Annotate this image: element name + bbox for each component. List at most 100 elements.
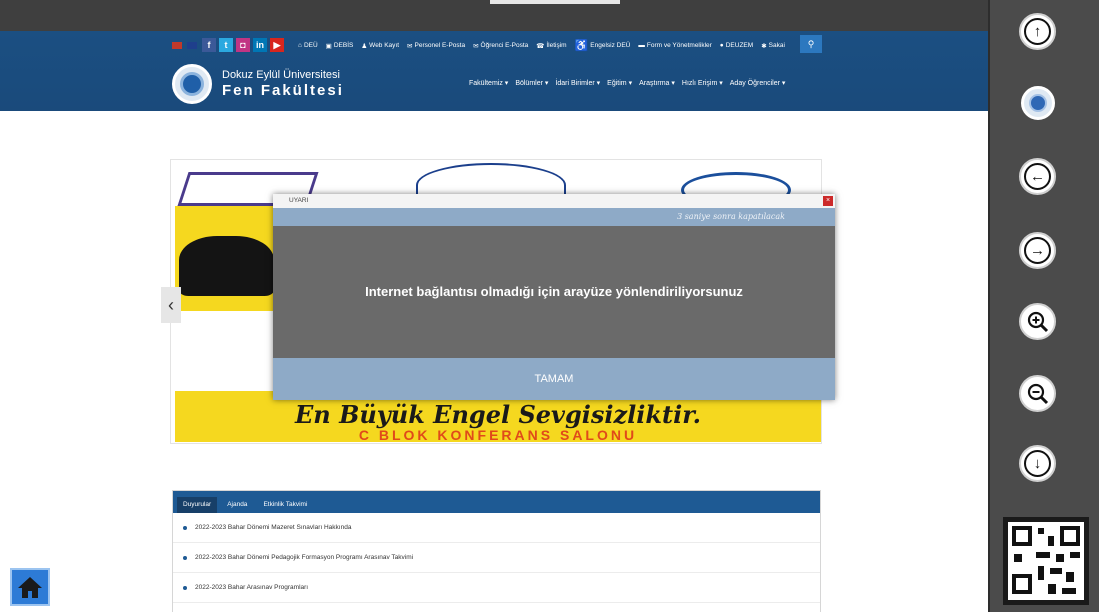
utility-link-label: DEÜ [303,42,318,49]
mail-icon: ✉ [407,42,413,50]
dialog-countdown: 3 saniye sonra kapatılacak [273,208,835,226]
utility-link-deu[interactable]: ⌂ DEÜ [298,39,318,52]
back-button[interactable]: ← [1019,158,1056,195]
english-flag-icon[interactable] [187,41,197,49]
tab-duyurular[interactable]: Duyurular [177,497,218,513]
logo-text: Dokuz Eylül Üniversitesi Fen Fakültesi [222,69,344,100]
faculty-logo-icon [172,64,212,104]
linkedin-icon[interactable]: in [253,38,267,52]
zoom-in-button[interactable] [1019,303,1056,340]
utility-link-sakai[interactable]: ✱ Sakai [761,39,785,52]
list-item[interactable]: 2022-2023 Bahar Dönemi Mazeret Sınavları… [173,513,820,543]
news-title: 2022-2023 Bahar Arasınav Programları [195,584,309,591]
nav-label: Araştırma [639,80,670,87]
family-silhouette [179,236,274,296]
utility-link-label: İletişim [546,42,567,49]
turkish-flag-icon[interactable] [172,41,182,49]
nav-item-aday-ogrenciler[interactable]: Aday Öğrenciler ▾ [730,79,786,87]
warning-dialog: UYARI × 3 saniye sonra kapatılacak Inter… [273,194,835,400]
browser-viewport: f t ◘ in ▶ ⌂ DEÜ ▣ DEBİS ♟ Web Kayıt ✉ Perso… [0,0,988,612]
faculty-logo-icon [1029,94,1047,112]
qr-module [1048,536,1054,546]
main-navigation: Fakültemiz ▾ Bölümler ▾ İdari Birimler ▾… [469,79,785,87]
qr-module [1056,554,1064,562]
scroll-down-button[interactable]: ↓ [1019,445,1056,482]
utility-link-web-kayit[interactable]: ♟ Web Kayıt [361,39,399,52]
utility-link-engelsiz[interactable]: ♿ Engelsiz DEÜ [575,39,631,52]
chevron-left-icon: ‹ [168,295,174,315]
nav-item-arastirma[interactable]: Araştırma ▾ [639,79,675,87]
bullet-icon [183,525,187,530]
site-header: f t ◘ in ▶ ⌂ DEÜ ▣ DEBİS ♟ Web Kayıt ✉ Perso… [0,31,988,111]
nav-item-hizli-erisim[interactable]: Hızlı Erişim ▾ [682,79,723,87]
globe-icon: ● [719,42,724,49]
list-item[interactable]: 2022-2023 Bahar Arasınav Programları [173,573,820,603]
utility-link-personel-eposta[interactable]: ✉ Personel E-Posta [407,39,465,52]
slide-caption: C BLOK KONFERANS SALONU [358,427,638,443]
utility-link-form[interactable]: ▬ Form ve Yönetmelikler [638,39,711,52]
top-notch [490,0,620,4]
list-item[interactable]: 2022-2023 Bahar Dönemi Pedagojik Formasy… [173,543,820,573]
qr-finder [1012,526,1032,546]
qr-module [1050,568,1062,574]
qr-module [1070,552,1080,558]
nav-label: Bölümler [515,80,543,87]
phone-icon: ☎ [536,42,545,50]
utility-link-deuzem[interactable]: ● DEUZEM [720,39,753,52]
nav-label: Fakültemiz [469,80,503,87]
qr-module [1066,572,1074,582]
kiosk-screen: f t ◘ in ▶ ⌂ DEÜ ▣ DEBİS ♟ Web Kayıt ✉ Perso… [0,0,1099,612]
logo-inner [180,72,204,96]
qr-finder [1012,574,1032,594]
ok-button[interactable]: TAMAM [273,358,835,400]
instagram-icon[interactable]: ◘ [236,38,250,52]
utility-link-ogrenci-eposta[interactable]: ✉ Öğrenci E-Posta [473,39,528,52]
dialog-title: UYARI [273,194,835,208]
kiosk-top-bar [0,0,988,31]
zoom-out-button[interactable] [1019,375,1056,412]
back-icon: ← [1024,163,1051,190]
nav-item-fakultemiz[interactable]: Fakültemiz ▾ [469,79,508,87]
home-icon [18,577,42,598]
nav-label: Eğitim [607,80,627,87]
youtube-icon[interactable]: ▶ [270,38,284,52]
utility-link-label: DEBİS [333,42,354,49]
accessibility-icon: ♿ [574,40,589,52]
zoom-in-icon [1027,311,1048,332]
lock-icon: ▣ [325,42,332,50]
qr-module [1036,552,1050,558]
utility-link-debis[interactable]: ▣ DEBİS [326,39,354,52]
tab-bar: Duyurular Ajanda Etkinlik Takvimi [173,491,820,513]
nav-label: Hızlı Erişim [681,80,718,87]
qr-module [1014,554,1022,562]
site-logo[interactable]: Dokuz Eylül Üniversitesi Fen Fakültesi [172,64,344,104]
nav-item-bolumler[interactable]: Bölümler ▾ [515,79,548,87]
social-links: f t ◘ in ▶ [172,35,284,55]
nav-item-idari-birimler[interactable]: İdari Birimler ▾ [555,79,600,87]
qr-code [1003,517,1089,605]
close-button[interactable]: × [823,196,833,206]
bullet-icon [183,585,187,590]
facebook-icon[interactable]: f [202,38,216,52]
twitter-icon[interactable]: t [219,38,233,52]
news-title: 2022-2023 Bahar Dönemi Pedagojik Formasy… [195,554,414,561]
forward-icon: → [1024,237,1051,264]
utility-links: ⌂ DEÜ ▣ DEBİS ♟ Web Kayıt ✉ Personel E-Posta… [298,39,785,52]
home-button[interactable] [10,568,50,606]
scroll-up-button[interactable]: ↑ [1019,13,1056,50]
tab-etkinlik-takvimi[interactable]: Etkinlik Takvimi [257,497,313,513]
utility-link-label: Web Kayıt [369,42,400,49]
scroll-up-icon: ↑ [1024,18,1051,45]
tab-ajanda[interactable]: Ajanda [221,497,253,513]
forward-button[interactable]: → [1019,232,1056,269]
utility-link-iletisim[interactable]: ☎ İletişim [536,39,566,52]
faculty-logo-button[interactable] [1021,86,1055,120]
folder-icon: ▬ [638,42,645,49]
slider-prev-button[interactable]: ‹ [161,287,181,323]
search-button[interactable]: ⚲ [800,35,822,53]
mail-icon: ✉ [473,42,479,50]
nav-item-egitim[interactable]: Eğitim ▾ [607,79,632,87]
scroll-down-icon: ↓ [1024,450,1051,477]
utility-link-label: Öğrenci E-Posta [480,42,529,49]
qr-module [1048,584,1056,594]
